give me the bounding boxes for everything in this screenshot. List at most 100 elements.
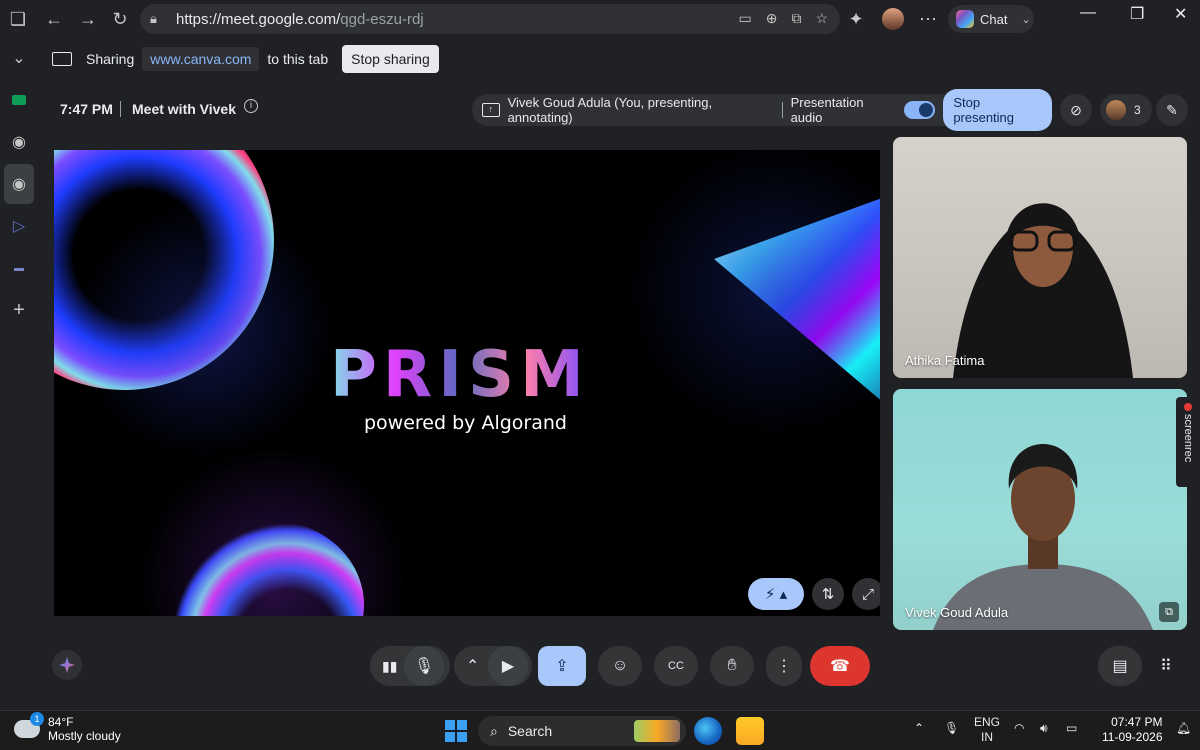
participant-name: Vivek Goud Adula	[905, 605, 1009, 620]
address-bar[interactable]: 🔒︎ https://meet.google.com/qgd-eszu-rdj …	[140, 4, 840, 34]
start-button[interactable]	[445, 720, 467, 742]
weather-condition: Mostly cloudy	[48, 729, 121, 743]
sheets-tab-icon[interactable]	[0, 80, 38, 120]
stop-sharing-button[interactable]: Stop sharing	[342, 45, 439, 73]
windows-taskbar: 1 84°F Mostly cloudy ⌕ Search ⌃ 🎙︎ ENG I…	[0, 710, 1200, 750]
extensions-icon[interactable]: ✦	[840, 3, 872, 35]
search-highlight-image	[634, 720, 680, 742]
restore-icon[interactable]: ❐	[1130, 4, 1144, 24]
activities-button[interactable]: ⠿	[1146, 646, 1186, 686]
wifi-icon[interactable]: ◠	[1014, 721, 1024, 735]
meeting-title: Meet with Vivek	[132, 101, 237, 117]
camera-button[interactable]: ▶︎	[488, 646, 528, 686]
present-now-button[interactable]: ⇪	[538, 646, 586, 686]
meet-header: 7:47 PM Meet with Vivek i ↑ Vivek Goud A…	[40, 82, 1200, 136]
region-label[interactable]: IN	[974, 730, 1000, 745]
notification-bell-icon[interactable]: 🔔︎	[1176, 721, 1191, 735]
meet-window: 7:47 PM Meet with Vivek i ↑ Vivek Goud A…	[40, 82, 1200, 710]
search-label: Search	[507, 723, 553, 739]
leave-call-button[interactable]: ☎︎	[810, 646, 870, 686]
purple-glow	[114, 450, 434, 616]
clock-date: 11-09-2026	[1102, 730, 1163, 744]
screenrec-widget[interactable]: screenrec	[1176, 397, 1200, 487]
expand-icon[interactable]: ⤢	[852, 578, 880, 610]
slide-title: PRISM	[330, 338, 590, 412]
weather-badge: 1	[30, 712, 44, 726]
pip-icon[interactable]: ⧉	[1159, 602, 1179, 622]
audio-levels-icon[interactable]: ▮▮	[382, 658, 397, 675]
laser-pointer-menu-button[interactable]: ⚡︎ ▴	[748, 578, 804, 610]
mic-tray-icon[interactable]: 🎙︎	[944, 721, 959, 735]
minimize-icon[interactable]: —	[1080, 4, 1096, 22]
swap-view-icon[interactable]: ⇅	[812, 578, 844, 610]
close-window-icon[interactable]: ✕	[1174, 4, 1187, 24]
collapse-chevron-icon[interactable]: ⌄	[0, 38, 38, 78]
chat-button[interactable]: ▤	[1098, 646, 1142, 686]
workspaces-icon[interactable]: ❏	[2, 3, 34, 35]
gemini-button[interactable]	[52, 650, 82, 680]
emoji-reaction-button[interactable]: ☺	[598, 646, 642, 686]
raise-hand-button[interactable]: ✋︎	[710, 646, 754, 686]
info-icon[interactable]: i	[244, 99, 258, 113]
slide-subtitle: powered by Algorand	[364, 412, 567, 434]
camera-icon[interactable]: ▭	[738, 10, 751, 27]
clock-time: 07:47 PM	[1111, 715, 1163, 729]
divider	[120, 101, 121, 117]
play-tab-icon[interactable]: ▷	[0, 206, 38, 246]
sharing-suffix: to this tab	[267, 51, 329, 67]
presentation-controls: ⚡︎ ▴ ⇅ ⤢	[748, 578, 880, 610]
meeting-time: 7:47 PM	[60, 101, 113, 117]
open-in-app-icon[interactable]: ⧉	[791, 10, 801, 27]
favorite-icon[interactable]: ☆	[815, 10, 828, 27]
zoom-icon[interactable]: ⊕	[766, 10, 778, 27]
refresh-icon[interactable]: ↻	[104, 3, 136, 35]
meeting-controls: ▮▮ 🎙︎ ⌃ ▶︎ ⇪ ☺ CC ✋︎ ⋮ ☎︎ ▤ ⠿	[40, 638, 1200, 698]
presenting-bar: ↑ Vivek Goud Adula (You, presenting, ann…	[472, 89, 1052, 131]
participant-tile[interactable]: Athika Fatima	[893, 137, 1187, 378]
url-main: https://meet.google.com/	[176, 10, 341, 28]
chat-label: Chat	[980, 11, 1008, 27]
microphone-button[interactable]: 🎙︎	[404, 646, 444, 686]
file-explorer-icon[interactable]	[736, 717, 764, 745]
captions-button[interactable]: CC	[654, 646, 698, 686]
record-tab-icon[interactable]: ◉	[0, 122, 38, 162]
screenrec-label: screenrec	[1182, 414, 1194, 463]
edge-icon[interactable]	[694, 717, 722, 745]
present-screen-icon: ↑	[482, 103, 500, 117]
copilot-icon	[956, 10, 974, 28]
annotate-pen-icon[interactable]: ✎	[1156, 94, 1188, 126]
browser-titlebar: ❏ ← → ↻ 🔒︎ https://meet.google.com/qgd-e…	[0, 0, 1200, 38]
chevron-down-icon: ⌄	[1021, 13, 1031, 26]
chevron-up-icon[interactable]: ⌃	[466, 656, 479, 676]
presenting-text: Vivek Goud Adula (You, presenting, annot…	[507, 95, 713, 125]
lock-icon[interactable]: 🔒︎	[150, 11, 170, 27]
tray-chevron-up-icon[interactable]: ⌃	[914, 721, 924, 735]
taskbar-clock[interactable]: 07:47 PM 11-09-2026	[1102, 715, 1163, 745]
back-icon[interactable]: ←	[38, 3, 70, 35]
url-path: qgd-eszu-rdj	[340, 10, 424, 28]
camera-off-icon[interactable]: ⊘	[1060, 94, 1092, 126]
taskbar-search[interactable]: ⌕ Search	[478, 716, 686, 746]
search-icon: ⌕	[490, 722, 498, 739]
presentation-audio-label: Presentation audio	[790, 95, 864, 125]
battery-icon[interactable]: ▭	[1066, 721, 1077, 735]
participant-count: 3	[1134, 103, 1141, 117]
browser-sidebar: ⌄ ◉ ◉ ▷ ▬ +	[0, 38, 38, 710]
participants-button[interactable]: 3	[1100, 94, 1152, 126]
weather-widget[interactable]: 1 84°F Mostly cloudy	[14, 712, 121, 743]
participant-tile[interactable]: Vivek Goud Adula ⧉	[893, 389, 1187, 630]
profile-avatar[interactable]	[882, 8, 904, 30]
stop-presenting-button[interactable]: Stop presenting	[943, 89, 1052, 131]
meet-tab-icon[interactable]: ◉	[4, 164, 34, 204]
participant-video	[953, 203, 1133, 378]
forward-icon[interactable]: →	[72, 3, 104, 35]
copilot-chat-button[interactable]: Chat ⌄	[948, 5, 1034, 33]
more-options-button[interactable]: ⋮	[766, 646, 802, 686]
participant-name: Athika Fatima	[905, 353, 985, 368]
more-menu-icon[interactable]: ⋯	[912, 3, 944, 35]
language-label[interactable]: ENG	[974, 715, 1000, 730]
add-tab-icon[interactable]: +	[0, 290, 38, 330]
volume-icon[interactable]: 🔊︎	[1040, 721, 1048, 736]
presentation-audio-toggle[interactable]	[904, 101, 936, 119]
canva-tab-icon[interactable]: ▬	[0, 248, 38, 288]
